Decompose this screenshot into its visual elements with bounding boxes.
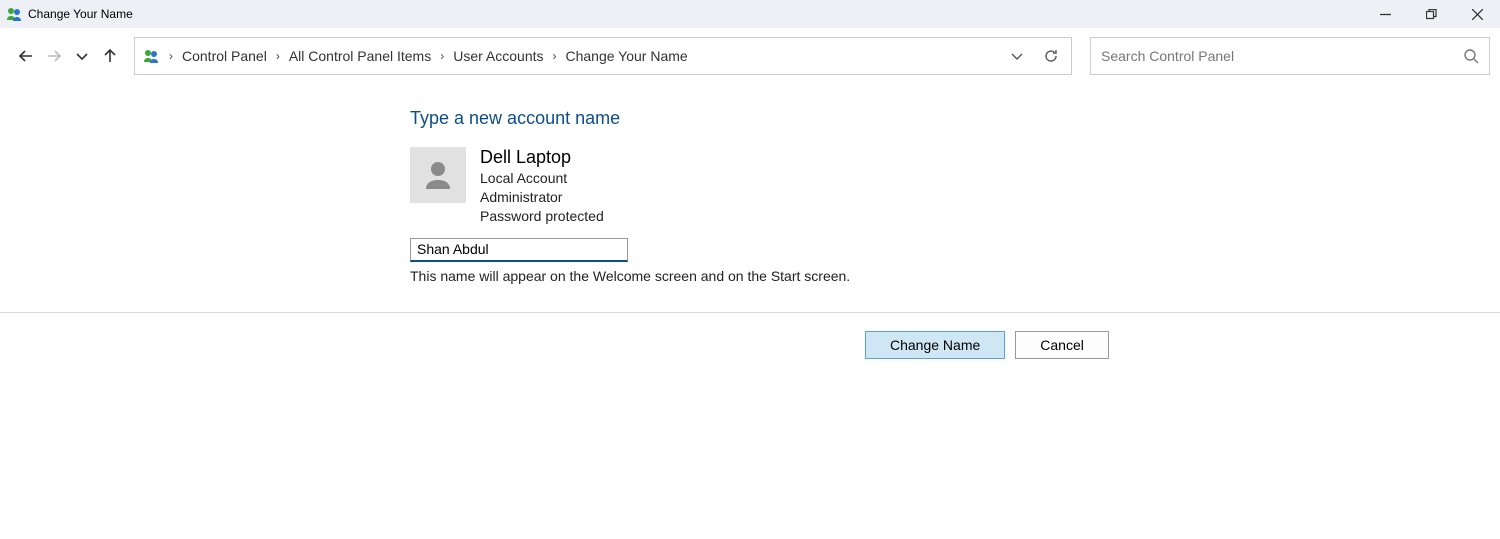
titlebar: Change Your Name (0, 0, 1500, 28)
account-line: Administrator (480, 188, 604, 207)
breadcrumb-separator: › (270, 49, 286, 63)
new-name-input[interactable] (410, 238, 628, 262)
account-line: Local Account (480, 169, 604, 188)
up-button[interactable] (102, 48, 118, 64)
search-input[interactable] (1101, 48, 1457, 64)
recent-locations-button[interactable] (74, 48, 90, 64)
navigation-bar: › Control Panel › All Control Panel Item… (0, 36, 1500, 76)
helper-text: This name will appear on the Welcome scr… (410, 268, 1500, 284)
account-line: Password protected (480, 207, 604, 226)
minimize-button[interactable] (1362, 0, 1408, 28)
minimize-icon (1380, 9, 1391, 20)
user-accounts-icon (6, 6, 22, 22)
refresh-icon (1043, 48, 1059, 64)
chevron-down-icon (1009, 48, 1025, 64)
window-controls (1362, 0, 1500, 28)
person-icon (420, 157, 456, 193)
close-icon (1472, 9, 1483, 20)
address-bar[interactable]: › Control Panel › All Control Panel Item… (134, 37, 1072, 75)
refresh-button[interactable] (1043, 48, 1059, 64)
arrow-left-icon (18, 48, 34, 64)
change-name-button[interactable]: Change Name (865, 331, 1005, 359)
account-summary: Dell Laptop Local Account Administrator … (410, 147, 1500, 226)
maximize-button[interactable] (1408, 0, 1454, 28)
button-row: Change Name Cancel (0, 313, 1500, 359)
breadcrumb-item[interactable]: Change Your Name (563, 48, 691, 64)
arrow-up-icon (102, 48, 118, 64)
arrow-right-icon (46, 48, 62, 64)
window-title: Change Your Name (28, 7, 133, 21)
breadcrumb-item[interactable]: All Control Panel Items (286, 48, 434, 64)
maximize-icon (1426, 9, 1437, 20)
content-area: Type a new account name Dell Laptop Loca… (0, 76, 1500, 284)
address-dropdown-button[interactable] (1009, 48, 1025, 64)
back-button[interactable] (18, 48, 34, 64)
close-button[interactable] (1454, 0, 1500, 28)
forward-button[interactable] (46, 48, 62, 64)
search-bar[interactable] (1090, 37, 1490, 75)
avatar (410, 147, 466, 203)
breadcrumb-separator: › (547, 49, 563, 63)
page-heading: Type a new account name (410, 108, 1500, 129)
account-name: Dell Laptop (480, 147, 604, 168)
cancel-button[interactable]: Cancel (1015, 331, 1109, 359)
search-icon (1463, 48, 1479, 64)
user-accounts-icon (143, 48, 159, 64)
address-bar-actions (1009, 48, 1065, 64)
breadcrumb-separator: › (163, 49, 179, 63)
breadcrumb-separator: › (434, 49, 450, 63)
breadcrumb-item[interactable]: Control Panel (179, 48, 270, 64)
breadcrumb-item[interactable]: User Accounts (450, 48, 546, 64)
nav-arrows (10, 48, 126, 64)
chevron-down-icon (74, 48, 90, 64)
account-info: Dell Laptop Local Account Administrator … (480, 147, 604, 226)
